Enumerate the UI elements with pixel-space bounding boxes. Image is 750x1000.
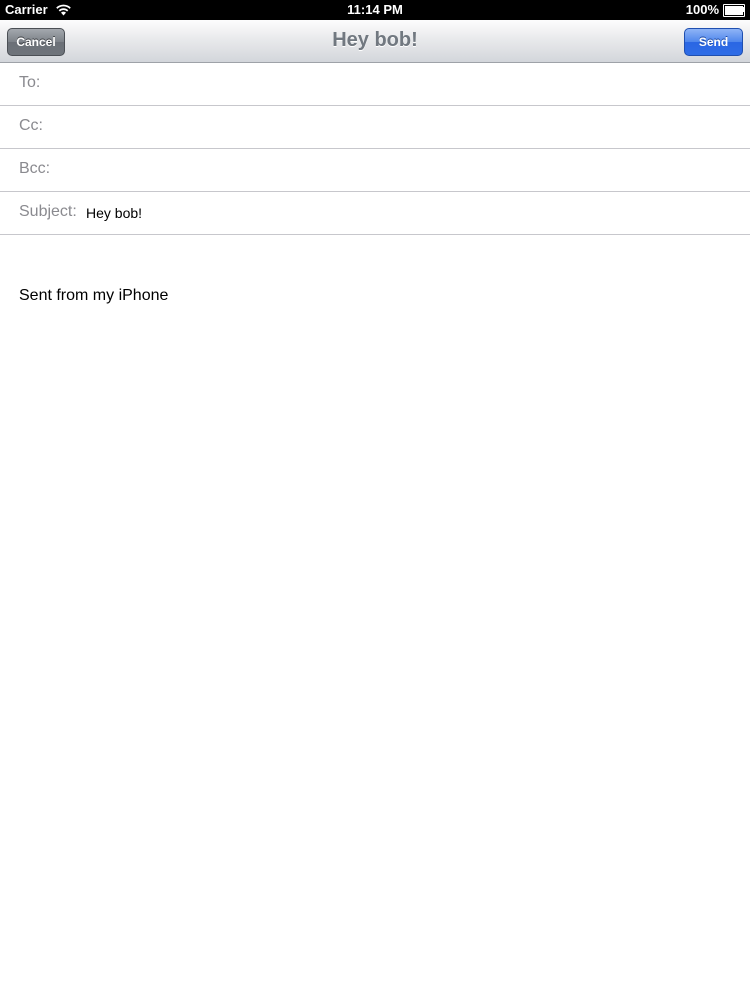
cc-label: Cc:	[19, 117, 43, 134]
subject-field[interactable]: Hey bob!	[86, 205, 142, 221]
bcc-row[interactable]: Bcc:	[0, 149, 750, 192]
subject-row[interactable]: Subject: Hey bob!	[0, 192, 750, 235]
signature-text: Sent from my iPhone	[19, 287, 169, 304]
battery-body	[723, 4, 745, 17]
cc-field[interactable]	[50, 106, 740, 148]
battery-tip	[743, 7, 745, 12]
bcc-field[interactable]	[58, 149, 740, 191]
status-right: 100%	[686, 2, 745, 17]
status-bar: Carrier 11:14 PM 100%	[0, 0, 750, 20]
mail-compose-screen: Carrier 11:14 PM 100% Cancel Hey bob! Se…	[0, 0, 750, 1000]
message-body[interactable]: Sent from my iPhone	[0, 235, 750, 1000]
bcc-label: Bcc:	[19, 160, 51, 177]
to-label: To:	[19, 74, 41, 91]
compose-fields: To: Cc: Bcc: Subject: Hey bob!	[0, 63, 750, 235]
battery-percent: 100%	[685, 2, 719, 17]
cc-row[interactable]: Cc:	[0, 106, 750, 149]
status-time: 11:14 PM	[347, 2, 403, 17]
subject-label: Subject:	[19, 203, 77, 220]
send-button[interactable]: Send	[684, 28, 743, 56]
to-row[interactable]: To:	[0, 63, 750, 106]
battery-fill	[725, 6, 743, 15]
battery-icon	[723, 4, 745, 17]
navigation-bar: Cancel Hey bob! Send	[0, 20, 750, 63]
page-title: Hey bob!	[332, 29, 418, 51]
to-field[interactable]	[50, 63, 740, 105]
